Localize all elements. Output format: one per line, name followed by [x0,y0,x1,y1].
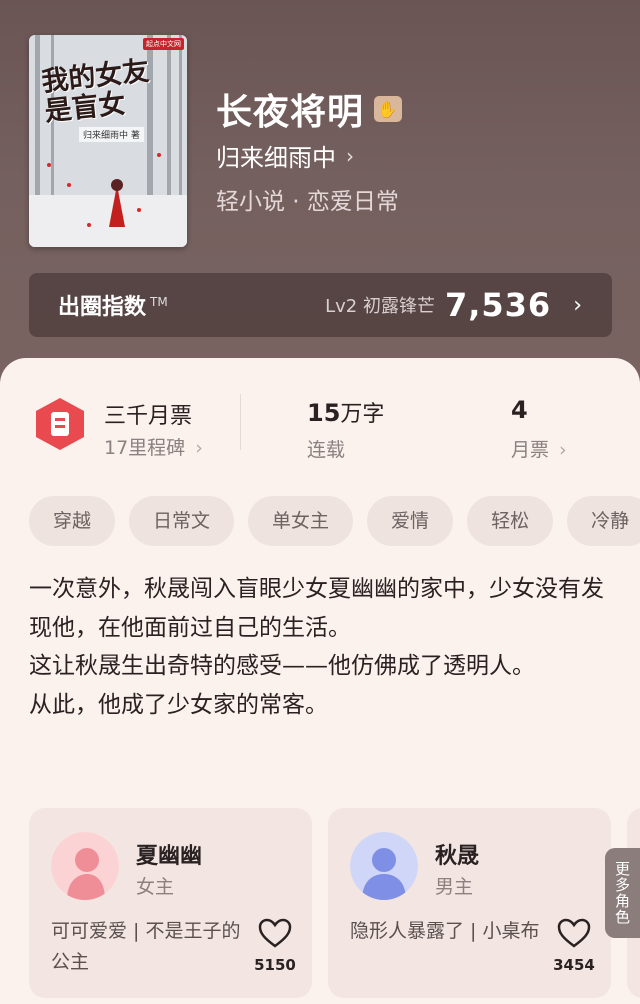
index-value: 7,536 [444,286,552,324]
character-description: 隐形人暴露了 | 小桌布 [350,920,540,942]
tag-chip[interactable]: 冷静 [567,496,640,546]
chevron-right-icon: › [573,292,582,318]
heart-icon[interactable] [557,918,591,948]
book-title-text: 长夜将明 [216,92,365,133]
more-roles-button[interactable]: 更多角色 [605,848,640,938]
character-name: 夏幽幽 [136,844,203,869]
chevron-right-icon: › [346,143,354,168]
hands-badge-icon[interactable]: ✋ [374,96,403,122]
popularity-index-bar[interactable]: 出圈指数 TM Lv2 初露锋芒 7,536 › [29,273,612,337]
character-description: 可可爱爱 | 不是王子的公主 [51,920,241,973]
tag-chip[interactable]: 轻松 [467,496,554,546]
ticket-count: 4 [511,396,528,424]
book-cover[interactable]: 起点中文网 我的女友是盲女 归来细雨中 著 [29,35,187,247]
index-label: 出圈指数 TM [58,289,168,321]
serial-status: 连载 [307,439,346,461]
ticket-link[interactable]: 月票 › [511,435,567,462]
author-link[interactable]: 归来细雨中 › [216,138,354,173]
description-paragraph: 这让秋晟生出奇特的感受——他仿佛成了透明人。 [29,653,535,679]
milestone-link[interactable]: 17里程碑 › [104,433,203,460]
tag-chip[interactable]: 日常文 [129,496,235,546]
milestone-title: 三千月票 [104,404,193,429]
ticket-count-number: 4 [511,396,528,424]
tag-chip[interactable]: 单女主 [248,496,354,546]
tag-list: 穿越 日常文 单女主 爱情 轻松 冷静 [29,496,640,548]
character-card[interactable]: 夏幽幽 女主 可可爱爱 | 不是王子的公主 5150 [29,808,312,998]
heart-icon[interactable] [258,918,292,948]
character-name: 秋晟 [435,844,480,869]
word-count: 15万字 [307,396,384,428]
book-detail-panel: 三千月票 17里程碑 › 15万字 连载 4 月票 › 穿越 日常文 单女主 爱情 轻松 冷静… [0,358,640,1004]
character-role: 女主 [136,876,175,898]
character-avatar [350,832,418,900]
author-name: 归来细雨中 [216,144,336,172]
monthly-ticket-icon [36,398,84,450]
milestone-sub: 17里程碑 [104,437,186,459]
tag-chip[interactable]: 穿越 [29,496,116,546]
character-avatar [51,832,119,900]
tag-chip[interactable]: 爱情 [367,496,454,546]
word-count-number: 15 [307,399,341,427]
chevron-right-icon: › [559,439,567,461]
like-count: 3454 [553,956,595,974]
index-right: Lv2 初露锋芒 7,536 › [325,286,582,324]
ticket-label: 月票 [511,439,550,461]
book-description[interactable]: 一次意外，秋晟闯入盲眼少女夏幽幽的家中，少女没有发现他，在他面前过自己的生活。 … [29,570,619,724]
index-level: Lv2 初露锋芒 [325,296,435,317]
character-card[interactable]: 秋晟 男主 隐形人暴露了 | 小桌布 3454 [328,808,611,998]
trademark: TM [150,294,168,309]
cover-publisher: 起点中文网 [143,38,184,50]
like-count: 5150 [254,956,296,974]
chevron-right-icon: › [195,437,203,459]
genre-label: 轻小说 · 恋爱日常 [216,189,399,215]
description-paragraph: 一次意外，秋晟闯入盲眼少女夏幽幽的家中，少女没有发现他，在他面前过自己的生活。 [29,576,604,641]
description-paragraph: 从此，他成了少女家的常客。 [29,691,328,718]
book-header: 起点中文网 我的女友是盲女 归来细雨中 著 长夜将明 ✋ 归来细雨中 › 轻小说… [0,0,640,400]
stats-row: 三千月票 17里程碑 › 15万字 连载 4 月票 › [0,358,640,468]
character-role: 男主 [435,876,474,898]
index-label-text: 出圈指数 [58,295,147,320]
book-title: 长夜将明 ✋ [216,83,403,135]
word-count-unit: 万字 [340,402,385,427]
stats-divider [240,394,241,450]
character-cards: 夏幽幽 女主 可可爱爱 | 不是王子的公主 5150 秋晟 男主 隐形人暴露了 … [29,808,640,998]
cover-author: 归来细雨中 著 [79,127,144,142]
